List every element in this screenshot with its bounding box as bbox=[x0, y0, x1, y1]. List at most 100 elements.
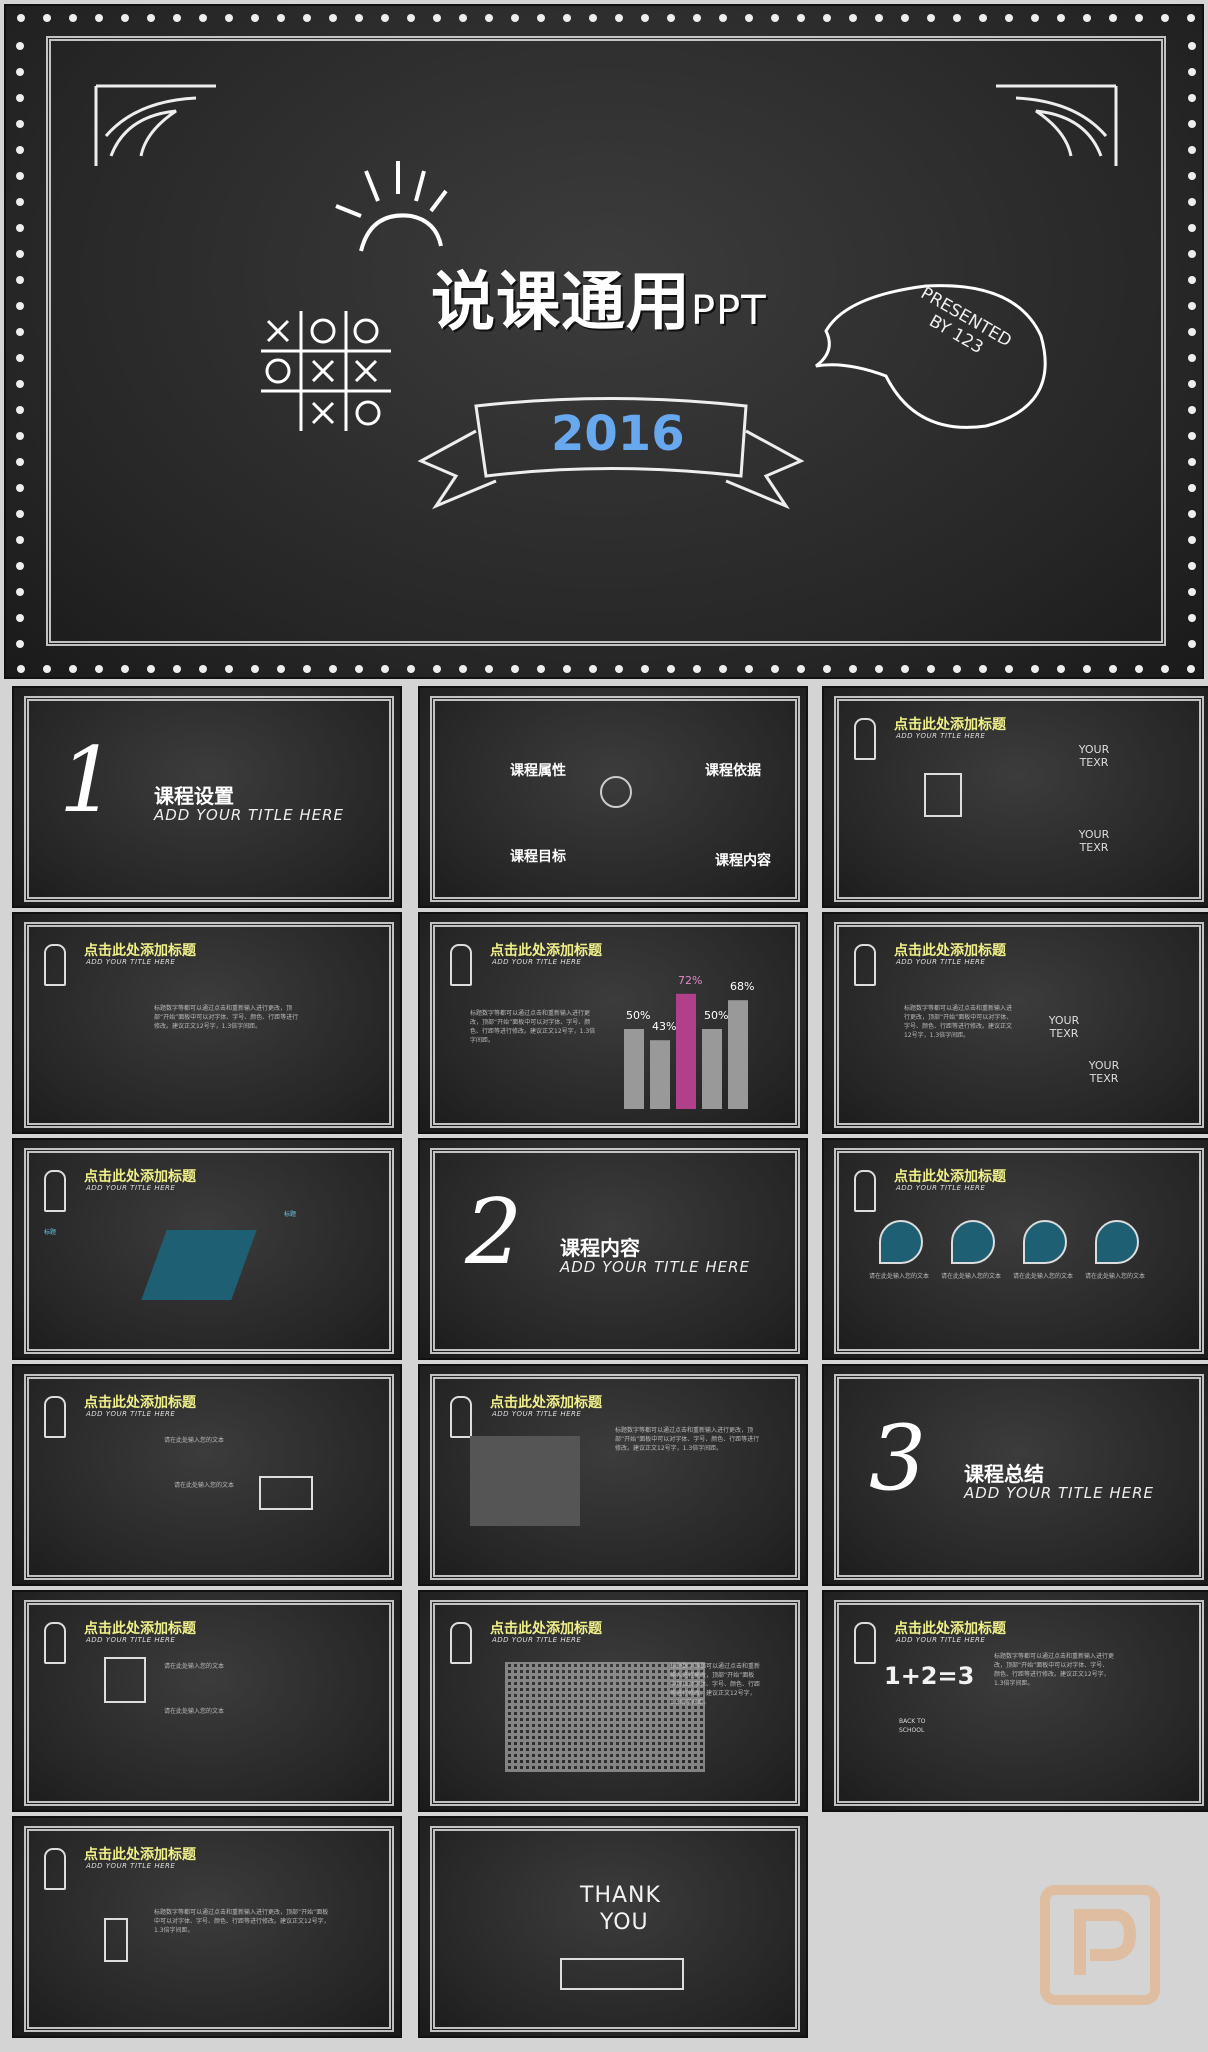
chalk-person-icon bbox=[854, 944, 876, 986]
agenda-item: 课程属性 bbox=[510, 763, 566, 779]
badge-icon bbox=[879, 1220, 923, 1264]
slide-title: 点击此处添加标题 bbox=[84, 1621, 196, 1637]
sun-doodle bbox=[335, 161, 448, 252]
badge-icon bbox=[1095, 1220, 1139, 1264]
bar-label: 50% bbox=[626, 1009, 650, 1022]
slide-title: 点击此处添加标题 bbox=[490, 943, 602, 959]
slide-thumbnail[interactable]: 点击此处添加标题 ADD YOUR TITLE HERE 标题数字等都可以通过点击和… bbox=[418, 1590, 808, 1812]
slide-thumbnail[interactable]: 点击此处添加标题 ADD YOUR TITLE HERE 1+2=3 BACK TO … bbox=[822, 1590, 1208, 1812]
chalk-person-icon bbox=[450, 1396, 472, 1438]
slide-thumbnail[interactable]: 点击此处添加标题 ADD YOUR TITLE HERE 标题 标题 bbox=[12, 1138, 402, 1360]
agenda-item: 课程目标 bbox=[510, 849, 566, 865]
slide-subtitle: ADD YOUR TITLE HERE bbox=[86, 958, 176, 966]
slide-thumbnail[interactable]: 点击此处添加标题 ADD YOUR TITLE HERE 标题数字等都可以通过点击和… bbox=[418, 1364, 808, 1586]
slide-title: 点击此处添加标题 bbox=[894, 1621, 1006, 1637]
section-title: 课程设置 bbox=[154, 784, 234, 808]
body-text: 标题数字等都可以通过点击和重新输入进行更改，顶部“开始”面板中可以对字体、字号、… bbox=[470, 1010, 596, 1044]
item-label: 标题 bbox=[44, 1229, 57, 1236]
bar-label: 50% bbox=[704, 1009, 728, 1022]
slide-thumbnail[interactable]: 点击此处添加标题 ADD YOUR TITLE HERE 标题数字等都可以通过点击和… bbox=[12, 1816, 402, 2038]
bar bbox=[702, 1029, 722, 1109]
item-text: 请在此处输入您的文本 bbox=[1013, 1273, 1074, 1280]
body-text: 标题数字等都可以通过点击和重新输入进行更改，顶部“开始”面板中可以对字体、字号、… bbox=[154, 1005, 299, 1030]
people-icon bbox=[470, 1436, 580, 1526]
slide-subtitle: ADD YOUR TITLE HERE bbox=[896, 1636, 986, 1644]
bar-label: 43% bbox=[652, 1020, 676, 1033]
logo-watermark-icon bbox=[1040, 1885, 1160, 2005]
hex-label: YOUR TEXR bbox=[1078, 743, 1110, 769]
chalk-person-icon bbox=[44, 944, 66, 986]
bar bbox=[650, 1040, 670, 1109]
ornament-left-icon bbox=[94, 84, 216, 166]
slide-subtitle: ADD YOUR TITLE HERE bbox=[896, 732, 986, 740]
badge-icon bbox=[951, 1220, 995, 1264]
item-text: 请在此处输入您的文本 bbox=[164, 1708, 225, 1715]
badge-icon bbox=[1023, 1220, 1067, 1264]
slide-thumbnail[interactable]: 3 课程总结 ADD YOUR TITLE HERE bbox=[822, 1364, 1208, 1586]
slide-title: 点击此处添加标题 bbox=[84, 1395, 196, 1411]
laptop-icon bbox=[259, 1476, 313, 1510]
item-text: 请在此处输入您的文本 bbox=[941, 1273, 1002, 1280]
slide-thumbnail[interactable]: 1 课程设置 ADD YOUR TITLE HERE bbox=[12, 686, 402, 908]
slide-thumbnail[interactable]: 2 课程内容 ADD YOUR TITLE HERE bbox=[418, 1138, 808, 1360]
chalk-frame bbox=[834, 1600, 1204, 1806]
chalk-person-icon bbox=[44, 1396, 66, 1438]
slide-thumbnail[interactable]: 课程属性 课程依据课程目标 课程内容 bbox=[418, 686, 808, 908]
slide-title: 点击此处添加标题 bbox=[84, 1169, 196, 1185]
item-text: 请在此处输入您的文本 bbox=[174, 1482, 235, 1489]
chalk-frame bbox=[24, 1374, 394, 1580]
slide-thumbnail[interactable]: 点击此处添加标题 ADD YOUR TITLE HERE 请在此处输入您的文本 请在此… bbox=[12, 1364, 402, 1586]
section-subtitle: ADD YOUR TITLE HERE bbox=[964, 1484, 1155, 1502]
item-text: 请在此处输入您的文本 bbox=[164, 1437, 225, 1444]
item-label: 标题 bbox=[284, 1211, 297, 1218]
item-text: 请在此处输入您的文本 bbox=[164, 1663, 225, 1670]
slide-thumbnail[interactable]: 点击此处添加标题 ADD YOUR TITLE HERE 标题数字等都可以通过点击和… bbox=[418, 912, 808, 1134]
ribbon-icon bbox=[560, 1958, 684, 1990]
chalk-person-icon bbox=[854, 718, 876, 760]
chalk-person-icon bbox=[854, 1170, 876, 1212]
slide-title: 点击此处添加标题 bbox=[84, 943, 196, 959]
section-subtitle: ADD YOUR TITLE HERE bbox=[154, 806, 345, 824]
notepad-icon bbox=[924, 773, 962, 817]
slide-subtitle: ADD YOUR TITLE HERE bbox=[492, 1410, 582, 1418]
chalk-person-icon bbox=[450, 1622, 472, 1664]
thank-you-line2: YOU bbox=[600, 1910, 649, 1935]
hex-label: YOUR TEXR bbox=[1078, 828, 1110, 854]
body-text: 标题数字等都可以通过点击和重新输入进行更改，顶部“开始”面板中可以对字体、字号、… bbox=[615, 1427, 760, 1452]
chalk-person-icon bbox=[450, 944, 472, 986]
slide-thumbnail[interactable]: 点击此处添加标题 ADD YOUR TITLE HERE 标题数字等都可以通过点击和… bbox=[12, 912, 402, 1134]
agenda-item: 课程依据 bbox=[705, 763, 761, 779]
slide-thumbnail[interactable]: 点击此处添加标题 ADD YOUR TITLE HERE 标题数字等都可以通过点击和… bbox=[822, 912, 1208, 1134]
title-slide[interactable]: 说课通用PPT 2016 PRESENTED BY 123 bbox=[4, 4, 1204, 679]
slide-title: 点击此处添加标题 bbox=[894, 1169, 1006, 1185]
bar-label: 68% bbox=[730, 980, 754, 993]
pencil-cup-icon bbox=[104, 1918, 128, 1962]
ornament-right-icon bbox=[996, 84, 1118, 166]
section-number: 1 bbox=[59, 728, 117, 833]
hex-label: YOUR TEXR bbox=[1088, 1059, 1120, 1085]
slide-subtitle: ADD YOUR TITLE HERE bbox=[492, 1636, 582, 1644]
slide-subtitle: ADD YOUR TITLE HERE bbox=[86, 1636, 176, 1644]
bar-label: 72% bbox=[678, 974, 702, 987]
slide-thumbnail[interactable]: 点击此处添加标题 ADD YOUR TITLE HERE 请在此处输入您的文本 请在此… bbox=[822, 1138, 1208, 1360]
slide-subtitle: ADD YOUR TITLE HERE bbox=[86, 1410, 176, 1418]
slide-thumbnail[interactable]: 点击此处添加标题 ADD YOUR TITLE HERE YOUR TEXR YOUR… bbox=[822, 686, 1208, 908]
item-text: 请在此处输入您的文本 bbox=[1085, 1273, 1146, 1280]
globe-icon bbox=[600, 776, 632, 808]
slide-subtitle: ADD YOUR TITLE HERE bbox=[896, 1184, 986, 1192]
thank-you-line1: THANK bbox=[580, 1883, 661, 1908]
section-number: 2 bbox=[465, 1180, 523, 1285]
bar bbox=[624, 1029, 644, 1109]
body-text: 标题数字等都可以通过点击和重新输入进行更改，顶部“开始”面板中可以对字体、字号、… bbox=[994, 1653, 1115, 1687]
chalk-person-icon bbox=[44, 1170, 66, 1212]
bar bbox=[676, 993, 696, 1109]
slide-thumbnail[interactable]: THANK YOU bbox=[418, 1816, 808, 2038]
main-title: 说课通用PPT bbox=[431, 266, 767, 340]
slide-title: 点击此处添加标题 bbox=[894, 717, 1006, 733]
chalk-frame bbox=[24, 1600, 394, 1806]
chalk-person-icon bbox=[854, 1622, 876, 1664]
section-title: 课程总结 bbox=[964, 1462, 1044, 1486]
chalk-person-icon bbox=[44, 1622, 66, 1664]
slide-thumbnail[interactable]: 点击此处添加标题 ADD YOUR TITLE HERE 请在此处输入您的文本 请在此… bbox=[12, 1590, 402, 1812]
agenda-item: 课程内容 bbox=[715, 853, 771, 869]
